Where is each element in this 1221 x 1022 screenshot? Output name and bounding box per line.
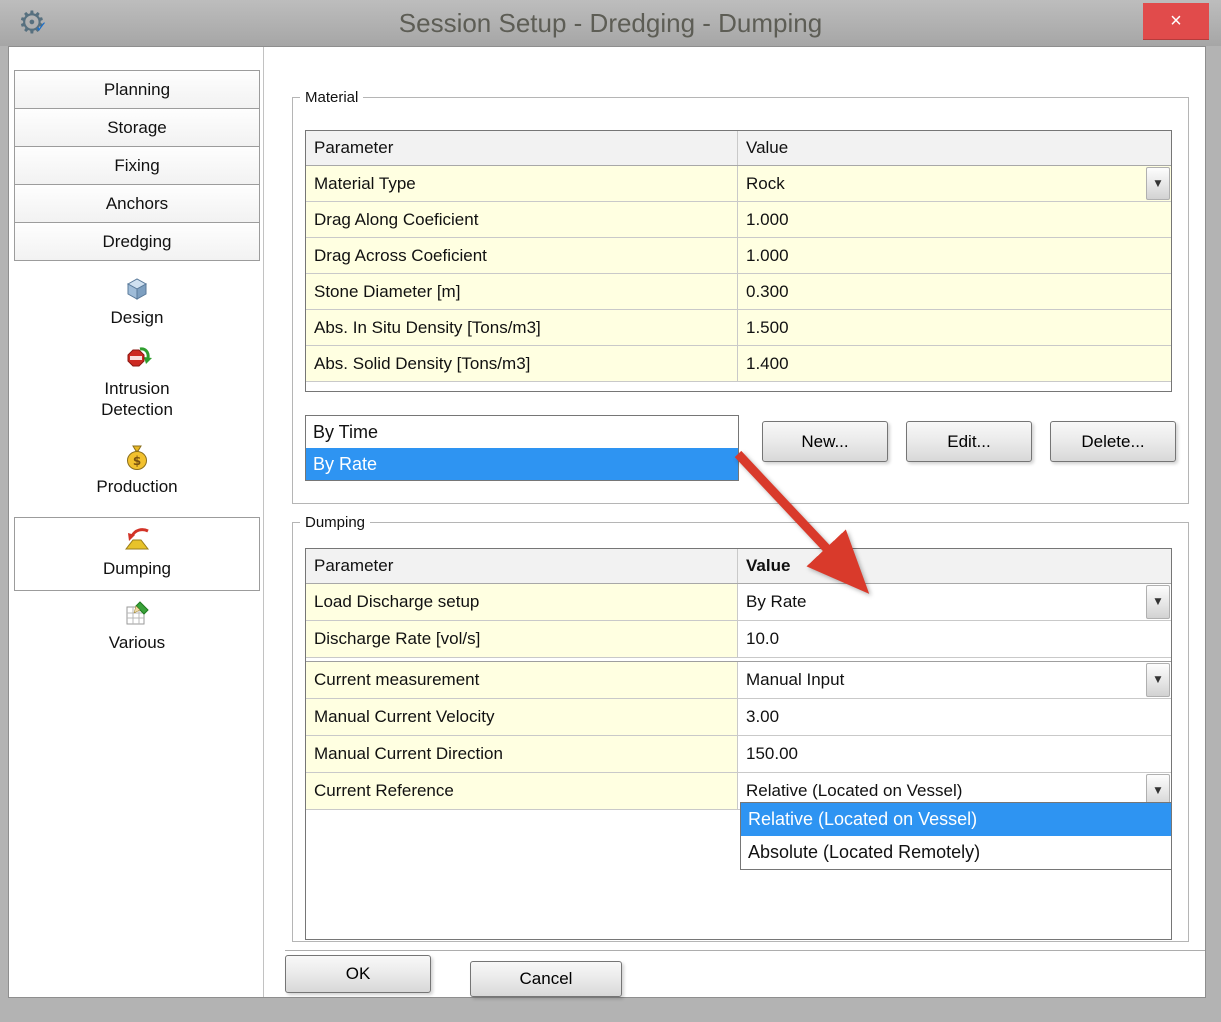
- app-gear-icon: ⚙ ✓: [18, 4, 58, 44]
- footer-divider: [285, 950, 1205, 951]
- list-item-by-time[interactable]: By Time: [306, 416, 738, 448]
- value-cell[interactable]: Rock ▼: [738, 166, 1171, 201]
- value-cell[interactable]: 0.300: [738, 274, 1171, 309]
- table-row: Manual Current Velocity 3.00: [306, 699, 1171, 736]
- material-group-label: Material: [300, 89, 363, 106]
- dropdown-button[interactable]: ▼: [1146, 585, 1170, 619]
- dropdown-button[interactable]: ▼: [1146, 167, 1170, 200]
- close-button[interactable]: ×: [1143, 3, 1209, 40]
- sidebar-item-various[interactable]: Various: [14, 601, 260, 653]
- value-cell[interactable]: Manual Input ▼: [738, 662, 1171, 698]
- column-header-parameter: Parameter: [306, 549, 738, 583]
- table-row: Drag Across Coeficient 1.000: [306, 238, 1171, 274]
- table-row: Drag Along Coeficient 1.000: [306, 202, 1171, 238]
- table-row: Stone Diameter [m] 0.300: [306, 274, 1171, 310]
- sidebar-item-design[interactable]: Design: [14, 276, 260, 328]
- sidebar-item-dumping[interactable]: Dumping: [14, 517, 260, 591]
- sidebar-item-intrusion-detection[interactable]: Intrusion Detection: [14, 345, 260, 421]
- dropdown-button[interactable]: ▼: [1146, 663, 1170, 697]
- stop-sign-icon: [122, 345, 152, 373]
- parameter-cell: Discharge Rate [vol/s]: [306, 621, 738, 657]
- sidebar-item-anchors[interactable]: Anchors: [14, 184, 260, 223]
- cancel-button[interactable]: Cancel: [470, 961, 622, 997]
- parameter-cell: Current measurement: [306, 662, 738, 698]
- value-cell[interactable]: 1.500: [738, 310, 1171, 345]
- parameter-cell: Drag Across Coeficient: [306, 238, 738, 273]
- parameter-cell: Manual Current Velocity: [306, 699, 738, 735]
- sidebar-divider: [263, 47, 264, 997]
- sidebar-item-planning[interactable]: Planning: [14, 70, 260, 109]
- value-cell[interactable]: 3.00: [738, 699, 1171, 735]
- gear-check-icon: ✓: [35, 18, 48, 36]
- parameter-cell: Stone Diameter [m]: [306, 274, 738, 309]
- sidebar-item-dredging[interactable]: Dredging: [14, 222, 260, 261]
- money-bag-icon: $: [124, 443, 150, 471]
- table-row: Current measurement Manual Input ▼: [306, 661, 1171, 699]
- dropdown-option-relative[interactable]: Relative (Located on Vessel): [741, 803, 1171, 836]
- cube-icon: [123, 276, 151, 302]
- parameter-cell: Current Reference: [306, 773, 738, 809]
- table-row: Manual Current Direction 150.00: [306, 736, 1171, 773]
- table-row: Discharge Rate [vol/s] 10.0: [306, 621, 1171, 658]
- value-cell[interactable]: 1.000: [738, 238, 1171, 273]
- table-row: Abs. Solid Density [Tons/m3] 1.400: [306, 346, 1171, 382]
- table-row: Material Type Rock ▼: [306, 166, 1171, 202]
- parameter-cell: Load Discharge setup: [306, 584, 738, 620]
- sidebar-item-label: Intrusion Detection: [77, 378, 197, 421]
- dropdown-option-absolute[interactable]: Absolute (Located Remotely): [741, 836, 1171, 869]
- parameter-cell: Manual Current Direction: [306, 736, 738, 772]
- column-header-value: Value: [738, 131, 1171, 165]
- sidebar-item-storage[interactable]: Storage: [14, 108, 260, 147]
- parameter-cell: Abs. Solid Density [Tons/m3]: [306, 346, 738, 381]
- column-header-parameter: Parameter: [306, 131, 738, 165]
- ok-button[interactable]: OK: [285, 955, 431, 993]
- value-cell[interactable]: 10.0: [738, 621, 1171, 657]
- delete-button[interactable]: Delete...: [1050, 421, 1176, 462]
- close-icon: ×: [1170, 10, 1182, 33]
- material-table: Parameter Value Material Type Rock ▼ Dra…: [305, 130, 1172, 392]
- sidebar-item-production[interactable]: $ Production: [14, 443, 260, 497]
- sidebar-item-label: Dumping: [103, 558, 171, 579]
- edit-button[interactable]: Edit...: [906, 421, 1032, 462]
- table-empty-area: [306, 382, 1171, 391]
- sidebar-item-fixing[interactable]: Fixing: [14, 146, 260, 185]
- dumping-icon: [122, 527, 152, 553]
- value-cell[interactable]: 1.000: [738, 202, 1171, 237]
- current-reference-dropdown: Relative (Located on Vessel) Absolute (L…: [740, 802, 1172, 870]
- discharge-mode-listbox: By Time By Rate: [305, 415, 739, 481]
- table-row: Abs. In Situ Density [Tons/m3] 1.500: [306, 310, 1171, 346]
- parameter-cell: Drag Along Coeficient: [306, 202, 738, 237]
- window-title: Session Setup - Dredging - Dumping: [0, 0, 1221, 46]
- dumping-group-label: Dumping: [300, 514, 370, 531]
- sidebar-item-label: Design: [111, 307, 164, 328]
- svg-text:$: $: [133, 454, 141, 468]
- table-header-row: Parameter Value: [306, 131, 1171, 166]
- annotation-arrow: [702, 438, 912, 623]
- grid-pencil-icon: [124, 601, 150, 627]
- sidebar-item-label: Production: [96, 476, 177, 497]
- list-item-by-rate-selected[interactable]: By Rate: [306, 448, 738, 480]
- sidebar-item-label: Various: [109, 632, 165, 653]
- parameter-cell: Material Type: [306, 166, 738, 201]
- parameter-cell: Abs. In Situ Density [Tons/m3]: [306, 310, 738, 345]
- value-cell[interactable]: 1.400: [738, 346, 1171, 381]
- value-cell[interactable]: 150.00: [738, 736, 1171, 772]
